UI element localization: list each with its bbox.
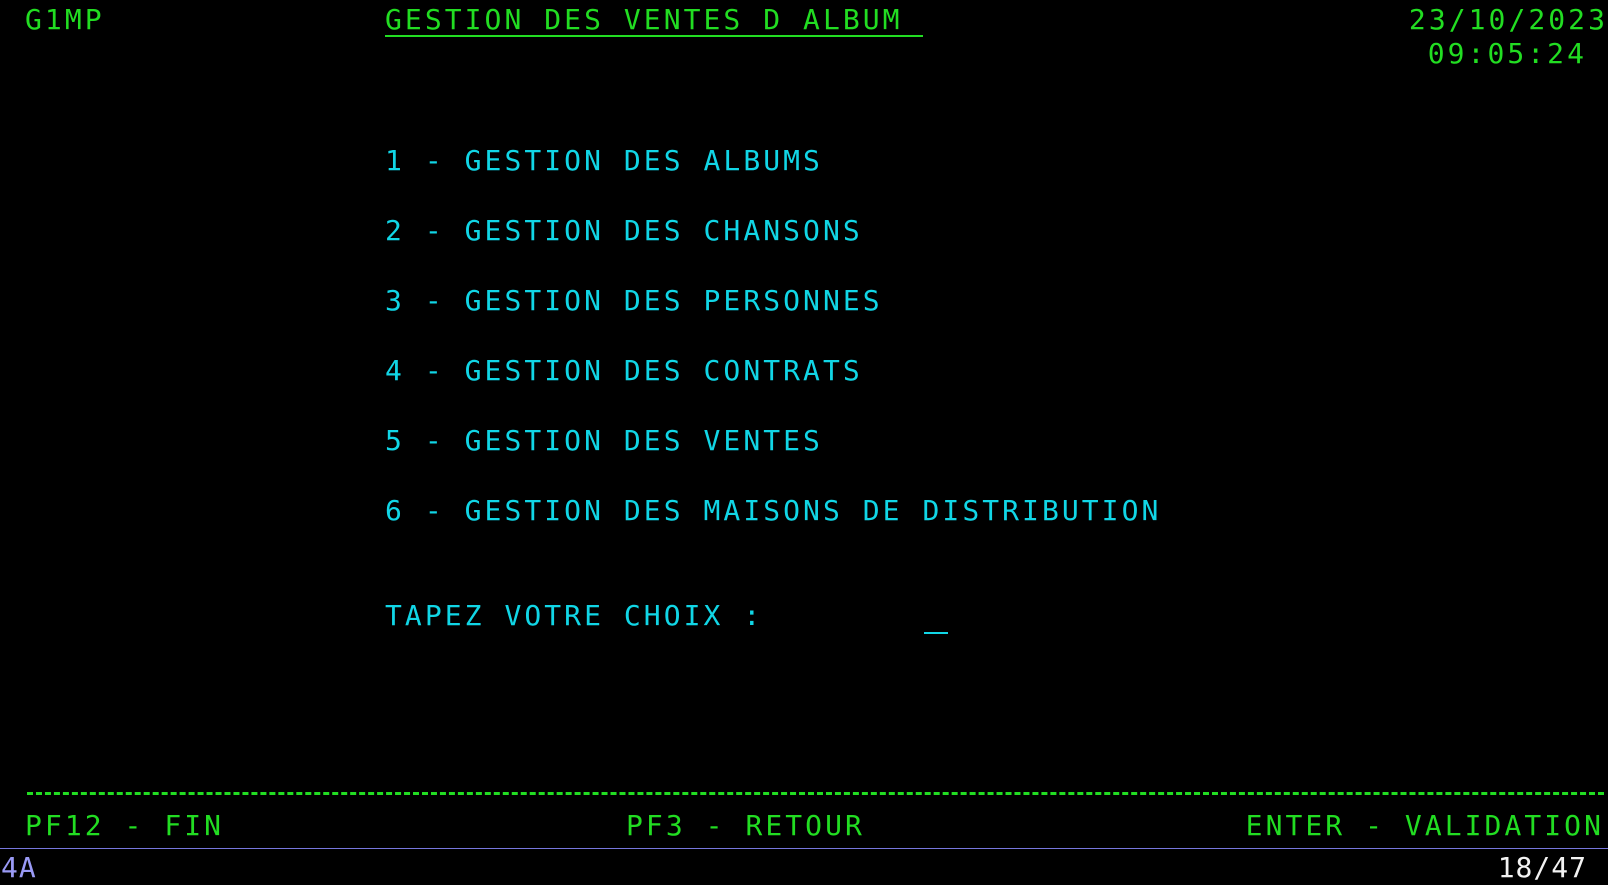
screen-title: GESTION DES VENTES D ALBUM xyxy=(385,3,923,37)
pf12-end-key[interactable]: PF12 - FIN xyxy=(25,812,224,840)
menu-item-ventes: 5 - GESTION DES VENTES xyxy=(385,424,823,457)
menu-item-maisons-distribution: 6 - GESTION DES MAISONS DE DISTRIBUTION xyxy=(385,494,1162,527)
screen-id: G1MP xyxy=(25,3,105,36)
choice-prompt-label: TAPEZ VOTRE CHOIX : xyxy=(385,599,764,632)
enter-validate-key[interactable]: ENTER - VALIDATION xyxy=(1246,812,1604,840)
choice-input-field[interactable] xyxy=(924,602,948,634)
date-value: 23/10/2023 xyxy=(1408,3,1608,36)
menu-item-contrats: 4 - GESTION DES CONTRATS xyxy=(385,354,863,387)
session-indicator: 4A xyxy=(1,851,37,884)
time-value: 09:05:24 xyxy=(1427,37,1587,70)
footer-divider xyxy=(27,792,1604,795)
status-bar xyxy=(0,848,1608,885)
menu-item-personnes: 3 - GESTION DES PERSONNES xyxy=(385,284,883,317)
pf3-back-key[interactable]: PF3 - RETOUR xyxy=(626,812,865,840)
cursor-position: 18/47 xyxy=(1497,851,1587,884)
menu-item-albums: 1 - GESTION DES ALBUMS xyxy=(385,144,823,177)
menu-item-chansons: 2 - GESTION DES CHANSONS xyxy=(385,214,863,247)
